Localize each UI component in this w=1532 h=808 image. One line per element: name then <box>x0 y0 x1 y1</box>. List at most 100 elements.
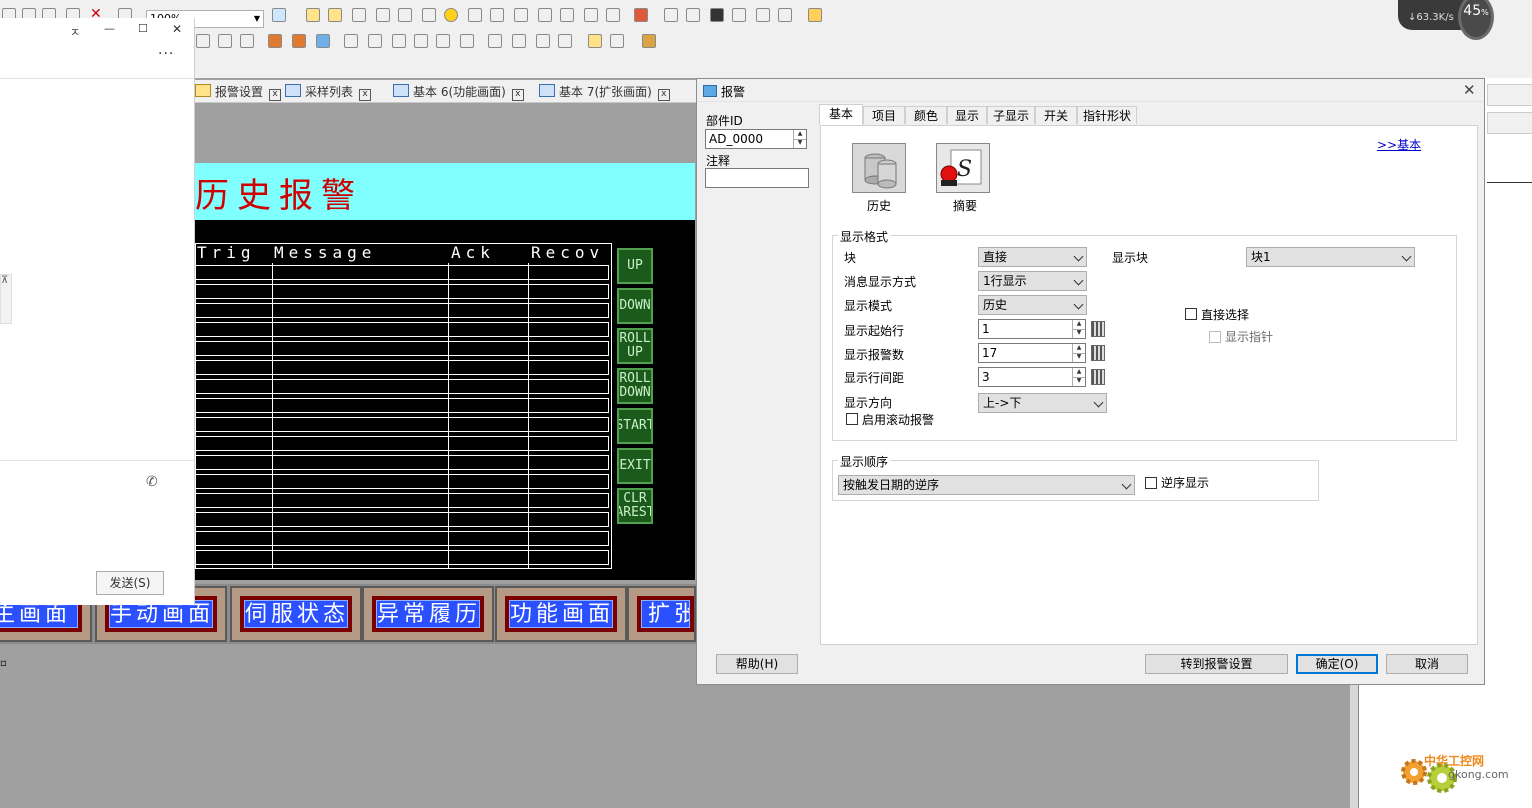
tab-base-6[interactable]: 基本 6(功能画面) x <box>393 83 524 101</box>
graph-part-icon[interactable] <box>352 8 366 22</box>
summary-type-button[interactable]: S <box>936 143 990 193</box>
polyline-icon[interactable] <box>196 34 210 48</box>
keypad-icon[interactable] <box>1091 345 1105 361</box>
direct-select-checkbox[interactable] <box>1185 308 1197 320</box>
align-icon[interactable] <box>218 34 232 48</box>
history-type-button[interactable] <box>852 143 906 193</box>
minimize-button[interactable]: — <box>104 22 115 35</box>
keypad-icon[interactable] <box>1091 321 1105 337</box>
trend-part-icon[interactable] <box>560 8 574 22</box>
data-part-icon[interactable] <box>376 8 390 22</box>
message-part-icon[interactable] <box>468 8 482 22</box>
image-icon[interactable] <box>272 8 286 22</box>
group-icon[interactable] <box>344 34 358 48</box>
display-mode-select[interactable]: 历史 <box>978 295 1087 315</box>
nav-expand-screen[interactable]: 扩张画 <box>627 586 696 642</box>
monitor-icon[interactable] <box>778 8 792 22</box>
part-id-field[interactable]: AD_0000 ▲ ▼ <box>705 129 807 149</box>
up-button[interactable]: UP <box>617 248 653 284</box>
tab-basic[interactable]: 基本 <box>819 104 863 125</box>
down-button[interactable]: DOWN <box>617 288 653 324</box>
search-icon[interactable] <box>610 34 624 48</box>
reverse-checkbox[interactable] <box>1145 477 1157 489</box>
nav-function-screen[interactable]: 功能画面 <box>495 586 627 642</box>
nav-alarm-history[interactable]: 异常履历 <box>362 586 494 642</box>
screen-list-icon[interactable] <box>488 34 502 48</box>
direction-select[interactable]: 上->下 <box>978 393 1107 413</box>
brush-icon[interactable] <box>808 8 822 22</box>
block-select[interactable]: 直接 <box>978 247 1087 267</box>
exit-button[interactable]: EXIT <box>617 448 653 484</box>
tool-icon[interactable] <box>710 8 724 22</box>
close-icon[interactable]: x <box>657 89 670 101</box>
ungroup-icon[interactable] <box>368 34 382 48</box>
tab-color[interactable]: 颜色 <box>905 106 947 124</box>
sampling-part-icon[interactable] <box>584 8 598 22</box>
lightbulb-icon[interactable] <box>588 34 602 48</box>
panel-icon[interactable] <box>460 34 474 48</box>
display-block-select[interactable]: 块1 <box>1246 247 1415 267</box>
sound-icon[interactable] <box>514 8 528 22</box>
phone-icon[interactable]: ✆ <box>146 474 158 490</box>
pin-button[interactable]: ㅈ <box>70 24 80 40</box>
tab-items[interactable]: 项目 <box>863 106 905 124</box>
tab-alarm-settings[interactable]: 报警设置 x <box>195 83 282 101</box>
comment-field[interactable] <box>705 168 809 188</box>
library-icon[interactable] <box>664 8 678 22</box>
roll-down-button[interactable]: ROLL DOWN <box>617 368 653 404</box>
send-back-icon[interactable] <box>292 34 306 48</box>
wand-icon[interactable] <box>642 34 656 48</box>
close-icon[interactable]: x <box>269 89 282 101</box>
tab-sampling-list[interactable]: 采样列表 x <box>285 83 372 101</box>
column-icon[interactable] <box>558 34 572 48</box>
text-part-icon[interactable] <box>538 8 552 22</box>
key-icon[interactable] <box>422 8 436 22</box>
basic-link[interactable]: >>基本 <box>1377 136 1421 153</box>
keypad-icon[interactable] <box>1091 369 1105 385</box>
send-button[interactable]: 发送(S) <box>96 571 164 595</box>
show-pointer-checkbox[interactable] <box>1209 331 1221 343</box>
alarm-part-icon[interactable] <box>490 8 504 22</box>
lamp-part-icon[interactable] <box>328 8 342 22</box>
help-button[interactable]: 帮助(H) <box>716 654 798 674</box>
scroll-alarm-checkbox[interactable] <box>846 413 858 425</box>
row-spacing-input[interactable]: 3 ▲ ▼ <box>978 367 1086 387</box>
switch-part-icon[interactable] <box>306 8 320 22</box>
close-icon[interactable]: x <box>359 89 372 101</box>
tab-pointer-shape[interactable]: 指针形状 <box>1077 106 1137 124</box>
cancel-button[interactable]: 取消 <box>1386 654 1468 674</box>
start-row-input[interactable]: 1 ▲ ▼ <box>978 319 1086 339</box>
picture-icon[interactable] <box>316 34 330 48</box>
calendar-part-icon[interactable] <box>606 8 620 22</box>
start-button[interactable]: START <box>617 408 653 444</box>
more-icon[interactable]: ··· <box>158 46 174 62</box>
clr-arest-button[interactable]: CLR AREST <box>617 488 653 524</box>
flip-icon[interactable] <box>414 34 428 48</box>
tab-sub-display[interactable]: 子显示 <box>987 106 1035 124</box>
move-icon[interactable] <box>240 34 254 48</box>
roll-up-button[interactable]: ROLL UP <box>617 328 653 364</box>
close-icon[interactable]: x <box>511 89 524 101</box>
table-icon[interactable] <box>536 34 550 48</box>
frame-icon[interactable] <box>436 34 450 48</box>
alarm-count-input[interactable]: 17 ▲ ▼ <box>978 343 1086 363</box>
ok-button[interactable]: 确定(O) <box>1296 654 1378 674</box>
overlay-icon[interactable] <box>756 8 770 22</box>
info-icon[interactable] <box>444 8 458 22</box>
rotate-icon[interactable] <box>392 34 406 48</box>
window-part-icon[interactable] <box>398 8 412 22</box>
nav-servo-status[interactable]: 伺服状态 <box>230 586 362 642</box>
msg-mode-select[interactable]: 1行显示 <box>978 271 1087 291</box>
layer-icon[interactable] <box>732 8 746 22</box>
cpu-gauge[interactable]: 45% <box>1458 0 1494 40</box>
order-select[interactable]: 按触发日期的逆序 <box>838 475 1135 495</box>
goto-alarm-settings-button[interactable]: 转到报警设置 <box>1145 654 1288 674</box>
window-list-icon[interactable] <box>512 34 526 48</box>
dialog-close-icon[interactable]: ✕ <box>1463 81 1476 99</box>
close-button[interactable]: ✕ <box>172 22 182 36</box>
maximize-button[interactable]: ☐ <box>138 22 148 35</box>
bring-front-icon[interactable] <box>268 34 282 48</box>
screen-icon[interactable] <box>634 8 648 22</box>
tab-display[interactable]: 显示 <box>947 106 987 124</box>
tab-switch[interactable]: 开关 <box>1035 106 1077 124</box>
